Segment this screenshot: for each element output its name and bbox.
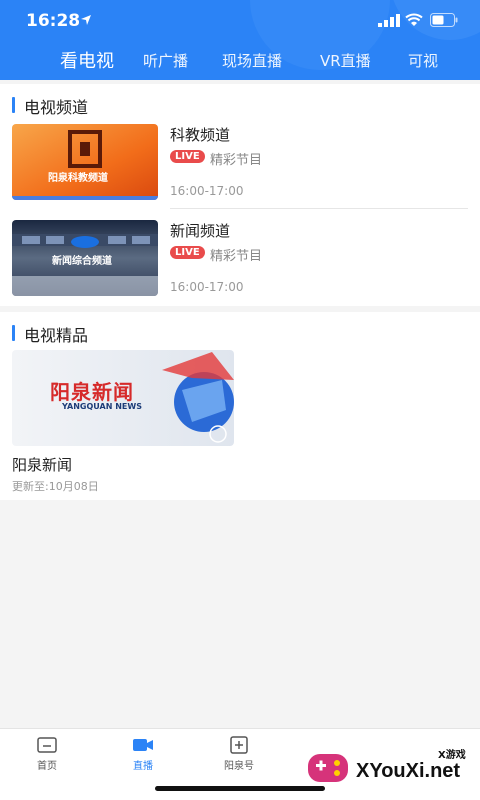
thumb-caption: 阳泉科教频道	[48, 173, 108, 184]
category-tabs: 看电视 听广播 现场直播 VR直播 可视	[0, 44, 480, 76]
featured-update: 更新至:10月08日	[12, 480, 99, 493]
status-bar: 16:28	[0, 0, 480, 40]
nav-label: 阳泉号	[224, 761, 254, 772]
channel-desc: 精彩节目	[210, 249, 263, 264]
live-badge: LIVE	[170, 246, 205, 259]
channel-time: 16:00-17:00	[170, 184, 244, 198]
featured-thumbnail[interactable]: 阳泉新闻 YANGQUAN NEWS	[12, 350, 234, 446]
thumb-caption: 新闻综合频道	[52, 256, 112, 267]
live-badge: LIVE	[170, 150, 205, 163]
battery-icon	[430, 13, 458, 27]
home-indicator[interactable]	[155, 786, 325, 791]
featured-title[interactable]: 阳泉新闻	[12, 454, 72, 475]
plus-box-icon	[230, 736, 248, 754]
featured-section: 电视精品 阳泉新闻 YANGQUAN NEWS 阳泉新闻 更新至:10月08日	[0, 312, 480, 500]
nav-label: 首页	[37, 761, 57, 772]
tab-visual[interactable]: 可视	[408, 50, 438, 71]
home-icon	[37, 737, 57, 753]
tab-radio[interactable]: 听广播	[143, 50, 188, 71]
channel-name: 科教频道	[170, 126, 231, 144]
signal-icon	[378, 14, 400, 27]
nav-label: 直播	[133, 761, 153, 772]
channel-item-science[interactable]: 阳泉科教频道 科教频道 LIVE 精彩节目 16:00-17:00	[12, 124, 468, 212]
nav-yangquan-hao[interactable]: 阳泉号	[204, 735, 274, 772]
live-camera-icon	[133, 739, 153, 751]
watermark-brand-text: XYouXi.net	[356, 760, 461, 782]
thumb-logo-text: 阳泉新闻	[50, 380, 134, 404]
tab-live-scene[interactable]: 现场直播	[222, 50, 282, 71]
channel-name: 新闻频道	[170, 222, 231, 240]
gamepad-logo-icon	[308, 754, 348, 782]
nav-home[interactable]: 首页	[12, 735, 82, 772]
tv-channels-section: 电视频道 阳泉科教频道 科教频道 LIVE 精彩节目 16:00-17:00 新…	[0, 84, 480, 306]
thumb-logo-en: YANGQUAN NEWS	[62, 402, 142, 411]
nav-live[interactable]: 直播	[108, 735, 178, 772]
wifi-icon	[405, 13, 423, 26]
watermark-small-text: X游戏	[438, 750, 466, 761]
channel-thumbnail[interactable]: 阳泉科教频道	[12, 124, 158, 200]
divider	[170, 208, 468, 209]
section-title: 电视频道	[12, 94, 88, 118]
tab-watch-tv[interactable]: 看电视	[60, 47, 114, 73]
channel-thumbnail[interactable]: 新闻综合频道	[12, 220, 158, 296]
tab-vr-live[interactable]: VR直播	[320, 50, 371, 71]
top-header: 16:28 看电视 听广播 现场直播 VR直播 可视	[0, 0, 480, 80]
channel-desc: 精彩节目	[210, 153, 263, 168]
channel-item-news[interactable]: 新闻综合频道 新闻频道 LIVE 精彩节目 16:00-17:00	[12, 220, 468, 308]
location-arrow-icon	[81, 15, 91, 25]
section-title: 电视精品	[12, 322, 88, 346]
status-time: 16:28	[26, 11, 81, 31]
channel-time: 16:00-17:00	[170, 280, 244, 294]
